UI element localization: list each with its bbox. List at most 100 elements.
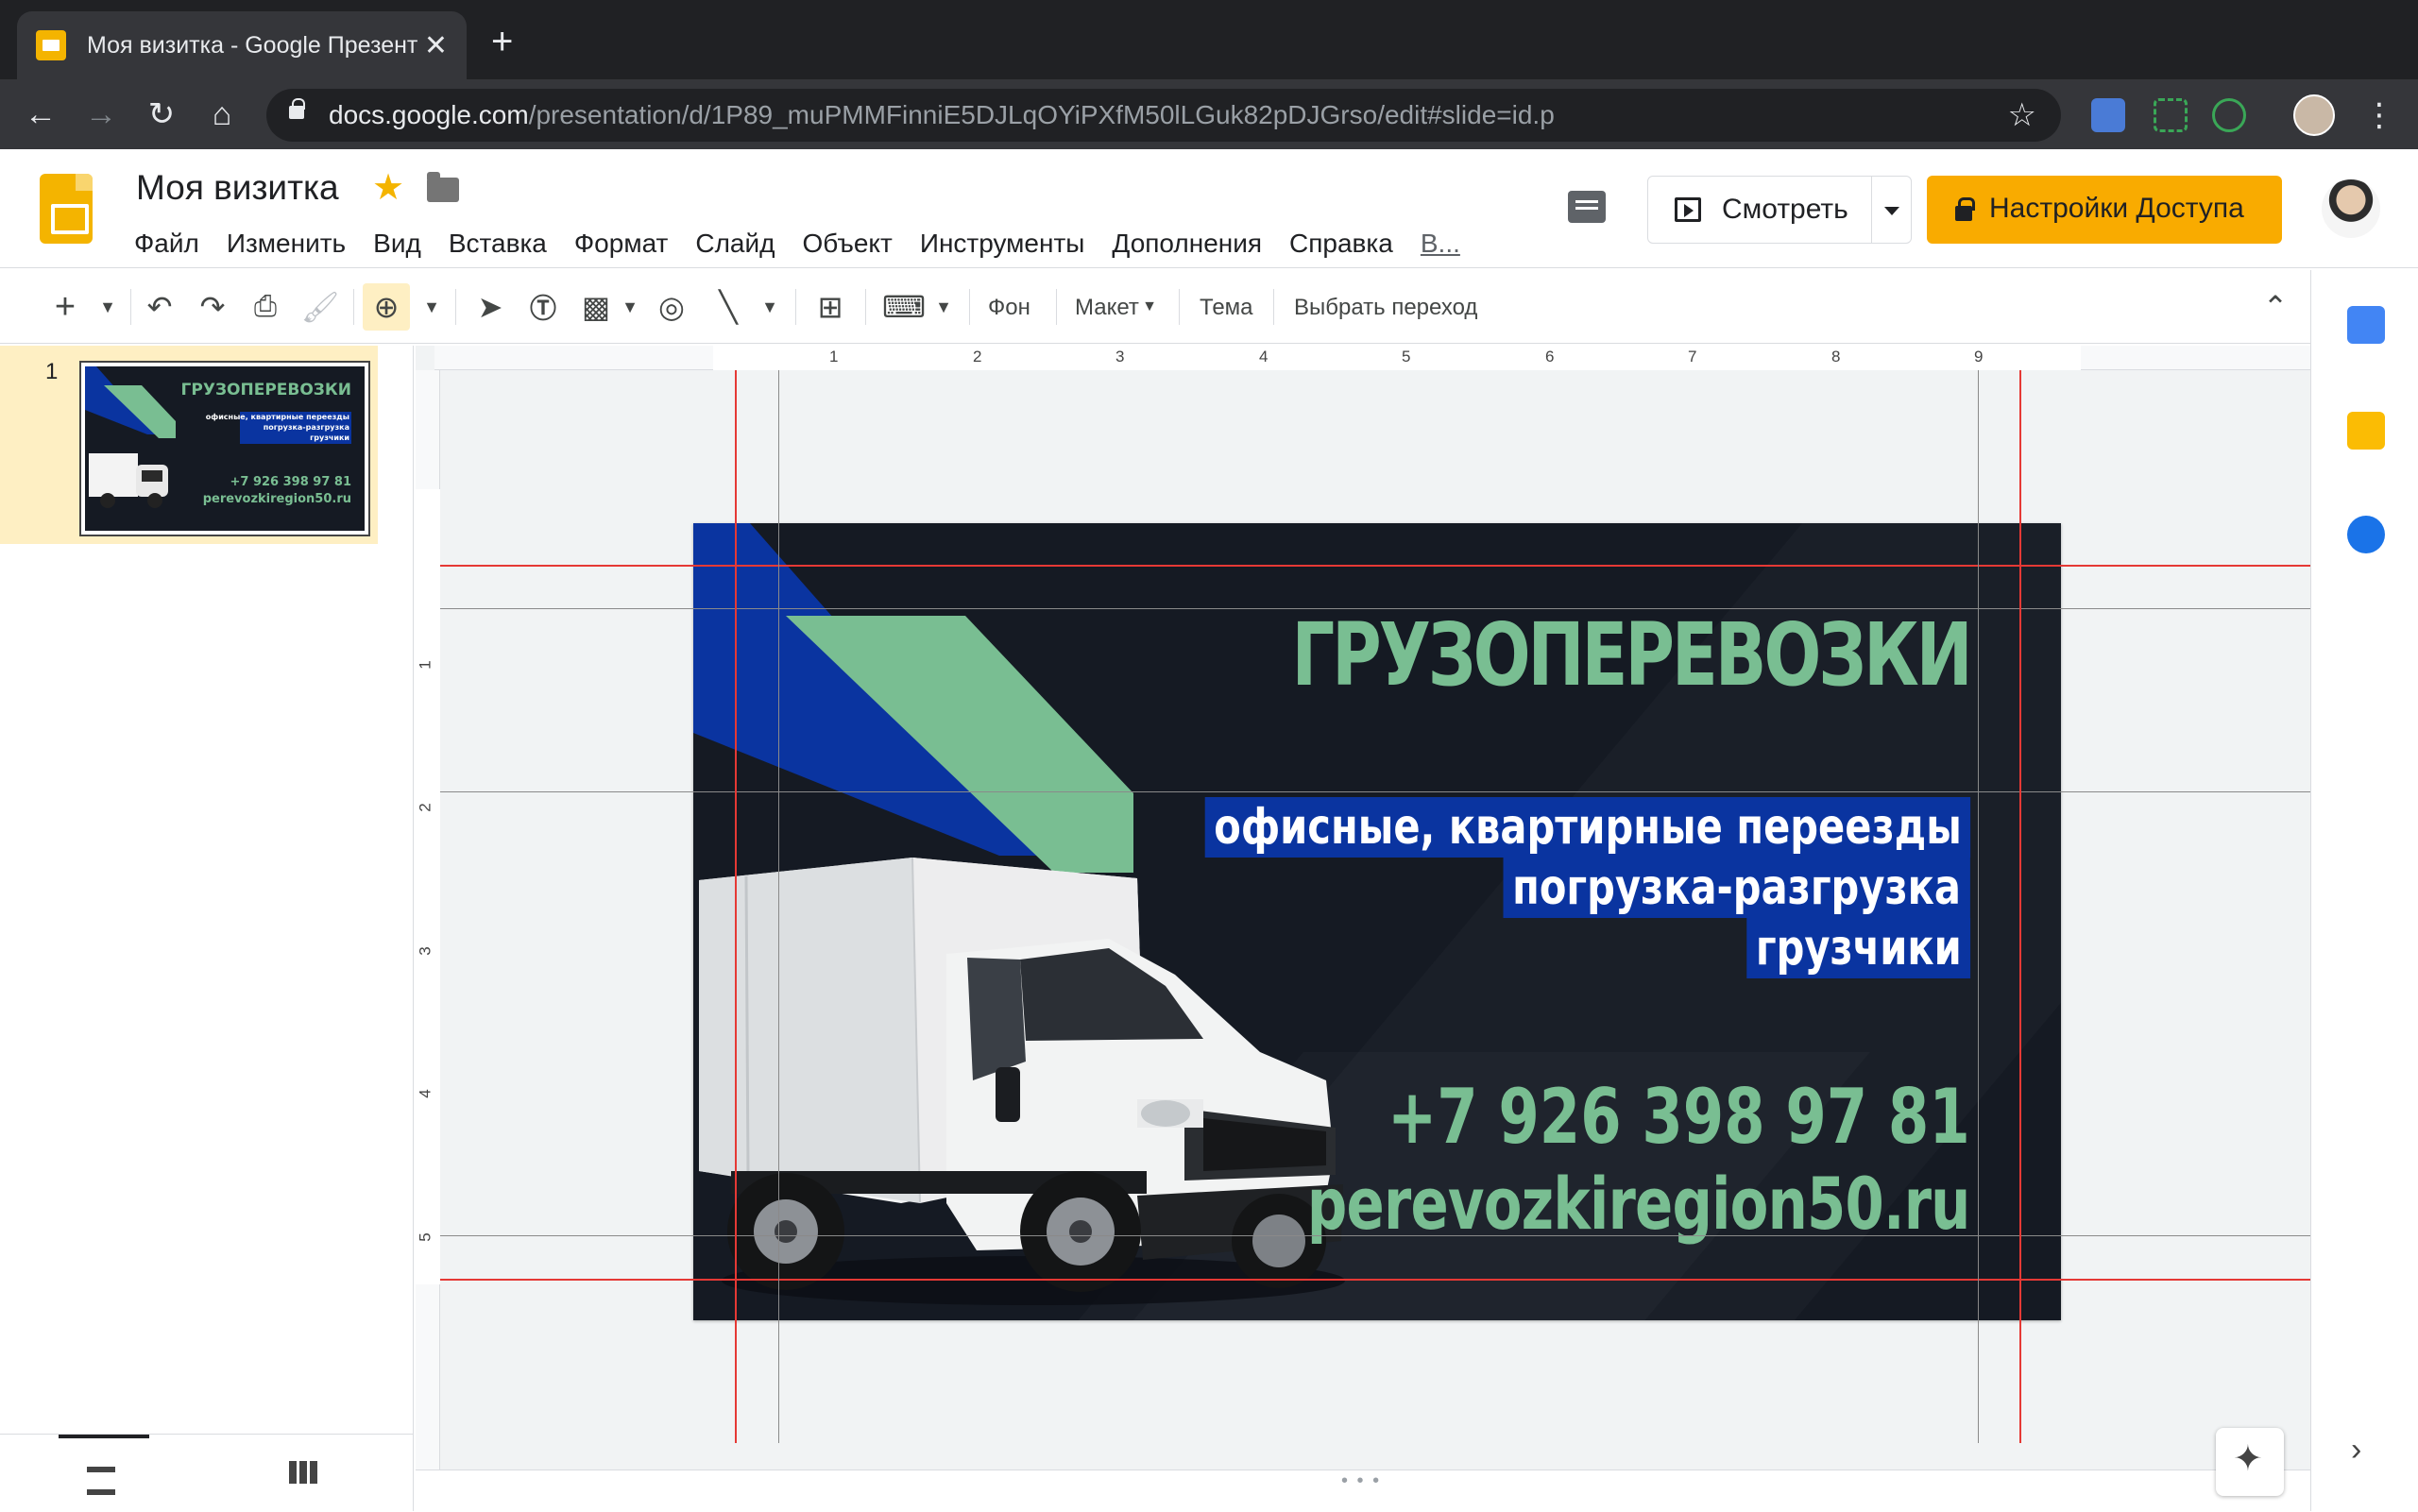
home-icon[interactable]: ⌂ — [200, 93, 244, 136]
menu-insert[interactable]: Вставка — [449, 229, 547, 259]
share-lock-icon — [1955, 197, 1975, 221]
line-dropdown-icon[interactable]: ▼ — [758, 270, 782, 344]
service-line-1[interactable]: офисные, квартирные переезды — [1204, 797, 1970, 858]
toolbar-divider — [1273, 289, 1274, 325]
line-icon[interactable]: ╲ — [707, 270, 750, 344]
close-tab-icon[interactable]: ✕ — [424, 29, 448, 62]
paint-format-icon[interactable]: 🖌 — [298, 270, 342, 344]
resize-handle-icon[interactable]: • • • — [1341, 1470, 1381, 1492]
ruler-tick: 3 — [1115, 348, 1125, 365]
vertical-guide[interactable] — [1978, 370, 1979, 1443]
canvas-scrollbar[interactable]: • • • — [416, 1470, 2310, 1511]
vertical-guide[interactable] — [2019, 370, 2021, 1443]
present-button[interactable]: Смотреть — [1647, 176, 1912, 244]
thumb-title: ГРУЗОПЕРЕВОЗКИ — [181, 381, 351, 399]
vertical-ruler[interactable] — [416, 370, 440, 1511]
ruler-tick: 2 — [416, 803, 434, 812]
transition-button[interactable]: Выбрать переход — [1294, 295, 1477, 321]
user-avatar[interactable] — [2322, 179, 2380, 238]
phone-number[interactable]: +7 926 398 97 81 — [1388, 1073, 1970, 1161]
browser-profile-avatar[interactable] — [2293, 94, 2335, 136]
browser-tab[interactable]: Моя визитка - Google Презентации ✕ — [17, 11, 467, 79]
menu-addons[interactable]: Дополнения — [1112, 229, 1262, 259]
new-tab-button[interactable]: + — [491, 23, 513, 60]
present-divider — [1871, 177, 1872, 243]
present-dropdown-icon[interactable] — [1884, 207, 1899, 215]
menu-file[interactable]: Файл — [134, 229, 199, 259]
image-dropdown-icon[interactable]: ▼ — [618, 270, 642, 344]
horizontal-guide[interactable] — [440, 791, 2310, 792]
menu-tools[interactable]: Инструменты — [920, 229, 1085, 259]
menu-edit[interactable]: Изменить — [227, 229, 346, 259]
zoom-dropdown-icon[interactable]: ▼ — [419, 270, 444, 344]
folder-icon[interactable] — [427, 172, 459, 202]
explore-button[interactable] — [2216, 1428, 2284, 1496]
menu-object[interactable]: Объект — [802, 229, 892, 259]
redo-icon[interactable]: ↷ — [191, 270, 234, 344]
horizontal-guide[interactable] — [440, 1235, 2310, 1236]
translate-extension-icon[interactable] — [2091, 98, 2125, 132]
bookmark-star-icon[interactable]: ☆ — [2008, 96, 2036, 134]
share-button[interactable]: Настройки Доступа — [1927, 176, 2282, 244]
comments-icon[interactable] — [1568, 191, 1606, 223]
browser-menu-icon[interactable]: ⋮ — [2363, 96, 2395, 134]
horizontal-ruler[interactable] — [434, 346, 2310, 370]
menu-format[interactable]: Формат — [574, 229, 668, 259]
extension-icon[interactable] — [2212, 98, 2246, 132]
image-icon[interactable]: ▩ — [574, 270, 618, 344]
menu-slide[interactable]: Слайд — [695, 229, 775, 259]
vertical-guide[interactable] — [735, 370, 737, 1443]
website-url[interactable]: perevozkiregion50.ru — [1307, 1162, 1970, 1246]
undo-icon[interactable]: ↶ — [138, 270, 181, 344]
horizontal-guide[interactable] — [440, 565, 2310, 567]
screenshot-extension-icon[interactable] — [2154, 98, 2188, 132]
layout-button[interactable]: Макет — [1075, 295, 1139, 321]
reload-icon[interactable]: ↻ — [140, 93, 183, 136]
calendar-icon[interactable] — [2347, 306, 2385, 344]
tasks-icon[interactable] — [2347, 516, 2385, 553]
filmstrip-view-icon[interactable] — [59, 1435, 149, 1512]
print-icon[interactable]: ⎙ — [244, 270, 287, 344]
ruler-tick: 5 — [1402, 348, 1411, 365]
forward-icon[interactable]: → — [79, 93, 123, 136]
ruler-tick: 5 — [416, 1232, 434, 1242]
ruler-tick: 2 — [973, 348, 982, 365]
menu-help[interactable]: Справка — [1289, 229, 1393, 259]
zoom-icon[interactable]: ⊕ — [363, 283, 410, 331]
service-line-3[interactable]: грузчики — [1745, 918, 1970, 978]
new-slide-icon[interactable]: + — [43, 270, 87, 344]
slide-canvas[interactable]: ГРУЗОПЕРЕВОЗКИ офисные, квартирные перее… — [693, 523, 2061, 1320]
comment-add-icon[interactable]: ⊞ — [809, 270, 852, 344]
address-bar[interactable]: docs.google.com/presentation/d/1P89_muPM… — [266, 89, 2061, 142]
layout-dropdown-icon[interactable]: ▼ — [1139, 270, 1160, 344]
horizontal-guide[interactable] — [440, 1279, 2310, 1281]
thumb-service-1: офисные, квартирные переезды — [206, 413, 349, 421]
input-tools-icon[interactable]: ⌨ — [882, 270, 926, 344]
shape-icon[interactable]: ◎ — [650, 270, 693, 344]
star-icon[interactable]: ★ — [372, 166, 404, 209]
horizontal-guide[interactable] — [440, 608, 2310, 609]
service-line-2[interactable]: погрузка-разгрузка — [1503, 858, 1970, 918]
filmstrip-slide-item[interactable]: 1 ГРУЗОПЕРЕВОЗКИ офисные, квартирные пер… — [0, 346, 378, 544]
input-tools-dropdown-icon[interactable]: ▼ — [931, 270, 956, 344]
slide-thumbnail[interactable]: ГРУЗОПЕРЕВОЗКИ офисные, квартирные перее… — [79, 361, 370, 536]
back-icon[interactable]: ← — [19, 93, 62, 136]
keep-icon[interactable] — [2347, 412, 2385, 450]
menu-view[interactable]: Вид — [373, 229, 421, 259]
select-icon[interactable]: ➤ — [468, 270, 512, 344]
slides-logo-icon[interactable] — [40, 174, 93, 244]
slides-favicon-icon — [36, 30, 66, 60]
new-slide-dropdown-icon[interactable]: ▼ — [94, 270, 121, 344]
background-button[interactable]: Фон — [988, 295, 1030, 321]
menu-bar: Файл Изменить Вид Вставка Формат Слайд О… — [134, 229, 1488, 259]
menu-overflow[interactable]: В... — [1421, 229, 1460, 259]
collapse-toolbar-icon[interactable]: ⌃ — [2254, 270, 2297, 344]
truck-image[interactable] — [693, 844, 1354, 1317]
document-title[interactable]: Моя визитка — [136, 168, 339, 208]
slide-title[interactable]: ГРУЗОПЕРЕВОЗКИ — [1292, 604, 1973, 705]
vertical-guide[interactable] — [778, 370, 779, 1443]
theme-button[interactable]: Тема — [1200, 295, 1253, 321]
expand-panel-icon[interactable]: › — [2351, 1432, 2361, 1469]
grid-view-icon[interactable] — [289, 1461, 317, 1484]
text-box-icon[interactable]: Ⓣ — [521, 270, 565, 344]
